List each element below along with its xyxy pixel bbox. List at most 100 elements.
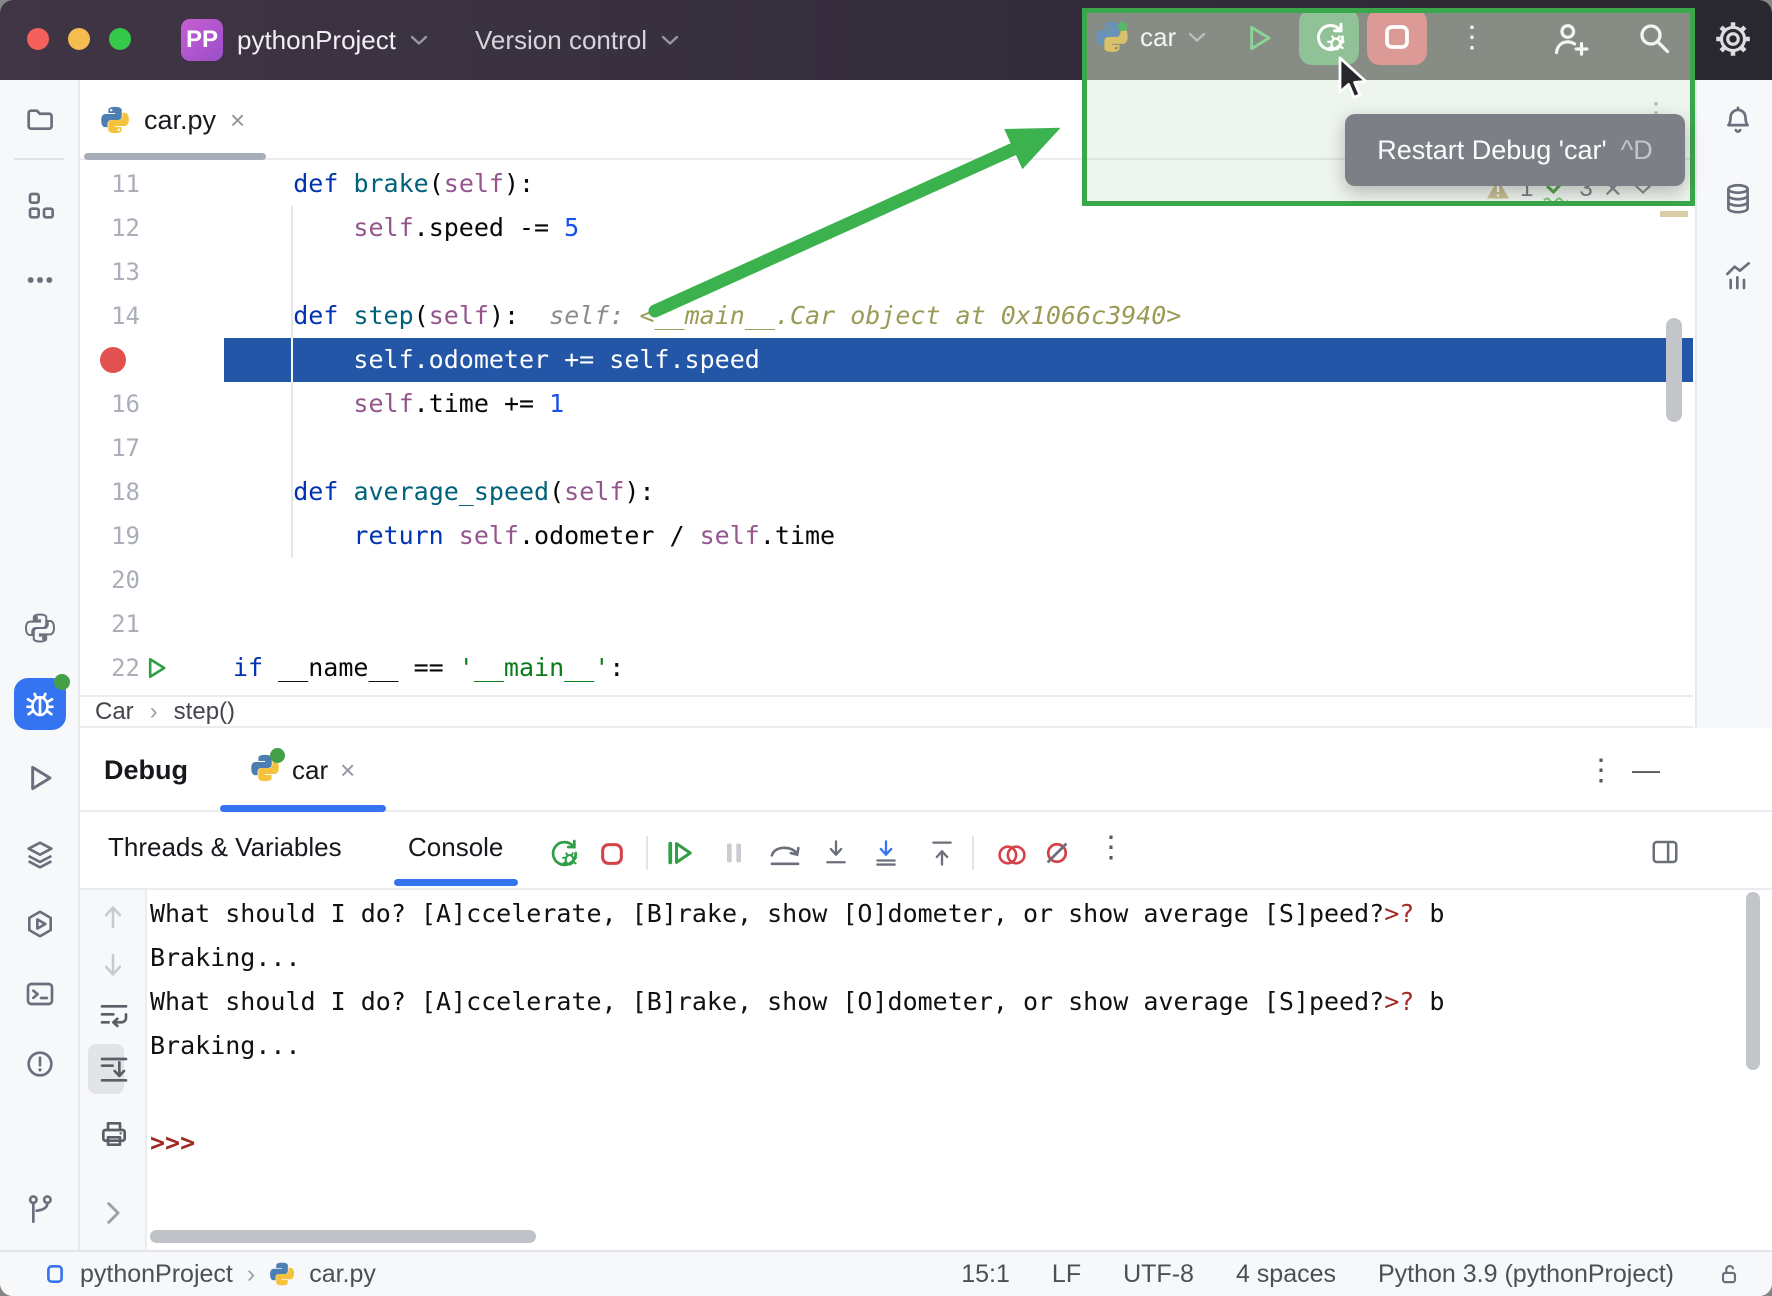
- gutter: [140, 338, 224, 382]
- breadcrumb-method[interactable]: step(): [174, 698, 235, 726]
- run-tool-window-icon[interactable]: [24, 762, 56, 794]
- indent-setting[interactable]: 4 spaces: [1236, 1260, 1336, 1289]
- debug-tool-window-button[interactable]: [14, 678, 66, 730]
- gutter: [140, 602, 224, 646]
- pause-program-icon[interactable]: [720, 838, 748, 873]
- print-icon[interactable]: [98, 1118, 128, 1148]
- services-icon[interactable]: [24, 838, 56, 870]
- profiler-chart-icon[interactable]: [1722, 260, 1754, 292]
- tab-threads-variables[interactable]: Threads & Variables: [108, 812, 342, 882]
- force-step-into-icon[interactable]: [872, 838, 900, 873]
- pycharm-window: PP pythonProject Version control ⋮ car ⋮: [0, 0, 1772, 1296]
- soft-wrap-icon[interactable]: [98, 1000, 128, 1030]
- code-text: [224, 602, 1693, 646]
- code-text: def step(self): self: <__main__.Car obje…: [224, 294, 1693, 338]
- tab-label: car.py: [144, 105, 216, 136]
- line-number: 12: [80, 206, 140, 250]
- unlock-icon[interactable]: [1716, 1260, 1742, 1288]
- more-tool-windows-icon[interactable]: [24, 264, 56, 296]
- gutter: [140, 558, 224, 602]
- structure-icon[interactable]: [24, 190, 56, 222]
- status-file[interactable]: car.py: [309, 1260, 376, 1289]
- rerun-debug-icon[interactable]: [546, 836, 580, 875]
- status-project[interactable]: pythonProject: [80, 1260, 233, 1289]
- console-vertical-scrollbar[interactable]: [1746, 892, 1760, 1070]
- project-widget-icon[interactable]: [44, 1263, 66, 1285]
- interpreter[interactable]: Python 3.9 (pythonProject): [1378, 1260, 1674, 1289]
- gutter: [140, 382, 224, 426]
- code-line: 17: [80, 426, 1693, 470]
- python-packages-icon[interactable]: [24, 612, 56, 644]
- close-session-icon[interactable]: ×: [340, 755, 355, 786]
- code-text: if __name__ == '__main__':: [224, 646, 1693, 690]
- debug-session-tab[interactable]: car ×: [250, 742, 355, 798]
- step-into-icon[interactable]: [822, 838, 850, 873]
- console-prompt[interactable]: >>>: [150, 1121, 195, 1165]
- active-session-underline: [220, 805, 386, 812]
- breakpoint-icon[interactable]: [80, 338, 140, 382]
- right-tool-stripe: [1695, 80, 1772, 728]
- terminal-icon[interactable]: [24, 978, 56, 1010]
- problems-icon[interactable]: [24, 1048, 56, 1080]
- editor-scrollbar-thumb[interactable]: [1666, 318, 1682, 422]
- toolbar-separator: [646, 836, 648, 870]
- indent-guide: [291, 206, 293, 558]
- console-lines: What should I do? [A]ccelerate, [B]rake,…: [150, 892, 1710, 1068]
- prev-occurrence-icon[interactable]: [98, 902, 128, 932]
- version-control-menu[interactable]: Version control: [475, 0, 679, 80]
- zoom-window-button[interactable]: [109, 28, 131, 50]
- breadcrumb: Car › step(): [80, 695, 1693, 728]
- active-console-underline: [394, 879, 518, 886]
- hide-panel-icon[interactable]: —: [1632, 742, 1660, 798]
- scroll-to-end-icon[interactable]: [98, 1054, 128, 1084]
- tab-console[interactable]: Console: [408, 812, 503, 882]
- notifications-bell-icon[interactable]: [1722, 104, 1754, 136]
- status-bar: pythonProject › car.py 15:1 LF UTF-8 4 s…: [0, 1250, 1772, 1296]
- toolbar-separator: [972, 836, 974, 870]
- gutter: [140, 514, 224, 558]
- minimize-window-button[interactable]: [68, 28, 90, 50]
- next-occurrence-icon[interactable]: [98, 950, 128, 980]
- close-tab-icon[interactable]: ×: [230, 105, 245, 136]
- code-line: 18 def average_speed(self):: [80, 470, 1693, 514]
- session-label: car: [292, 755, 328, 786]
- resume-program-icon[interactable]: [664, 838, 694, 873]
- debug-options-kebab-icon[interactable]: ⋮: [1586, 742, 1616, 798]
- code-text: [224, 558, 1693, 602]
- line-number: 18: [80, 470, 140, 514]
- console-kebab-icon[interactable]: ⋮: [1096, 830, 1126, 865]
- console-line: Braking...: [150, 1024, 1710, 1068]
- breadcrumb-class[interactable]: Car: [95, 698, 134, 726]
- project-badge: PP: [181, 19, 223, 61]
- tab-car-py[interactable]: car.py ×: [100, 94, 245, 146]
- console-horizontal-scrollbar[interactable]: [150, 1230, 536, 1243]
- close-window-button[interactable]: [27, 28, 49, 50]
- layout-settings-icon[interactable]: [1650, 838, 1680, 871]
- session-running-badge: [270, 748, 285, 763]
- encoding[interactable]: UTF-8: [1123, 1260, 1194, 1289]
- stop-debug-icon[interactable]: [598, 840, 626, 873]
- database-icon[interactable]: [1722, 182, 1754, 214]
- settings-gear-icon[interactable]: [1712, 18, 1754, 65]
- expand-strip-icon[interactable]: [104, 1200, 122, 1231]
- code-line: 14 def step(self): self: <__main__.Car o…: [80, 294, 1693, 338]
- project-folder-icon[interactable]: [24, 104, 56, 136]
- mouse-cursor: [1336, 56, 1372, 107]
- code-text: self.speed -= 5: [224, 206, 1693, 250]
- mute-breakpoints-icon[interactable]: [1042, 838, 1072, 873]
- python-console-icon[interactable]: [24, 908, 56, 940]
- run-line-icon[interactable]: [140, 646, 224, 690]
- console-line: What should I do? [A]ccelerate, [B]rake,…: [150, 980, 1710, 1024]
- indent-guide-on-exec-line: [291, 338, 293, 382]
- step-over-icon[interactable]: [768, 840, 802, 873]
- scrollbar-warning-stripe: [1660, 211, 1688, 217]
- project-menu[interactable]: pythonProject: [237, 0, 428, 80]
- code-text: [224, 250, 1693, 294]
- gutter: [140, 250, 224, 294]
- code-line: 20: [80, 558, 1693, 602]
- caret-position[interactable]: 15:1: [961, 1260, 1010, 1289]
- step-out-icon[interactable]: [928, 838, 956, 873]
- line-ending[interactable]: LF: [1052, 1260, 1081, 1289]
- git-branch-icon[interactable]: [24, 1192, 56, 1224]
- view-breakpoints-icon[interactable]: [994, 842, 1030, 873]
